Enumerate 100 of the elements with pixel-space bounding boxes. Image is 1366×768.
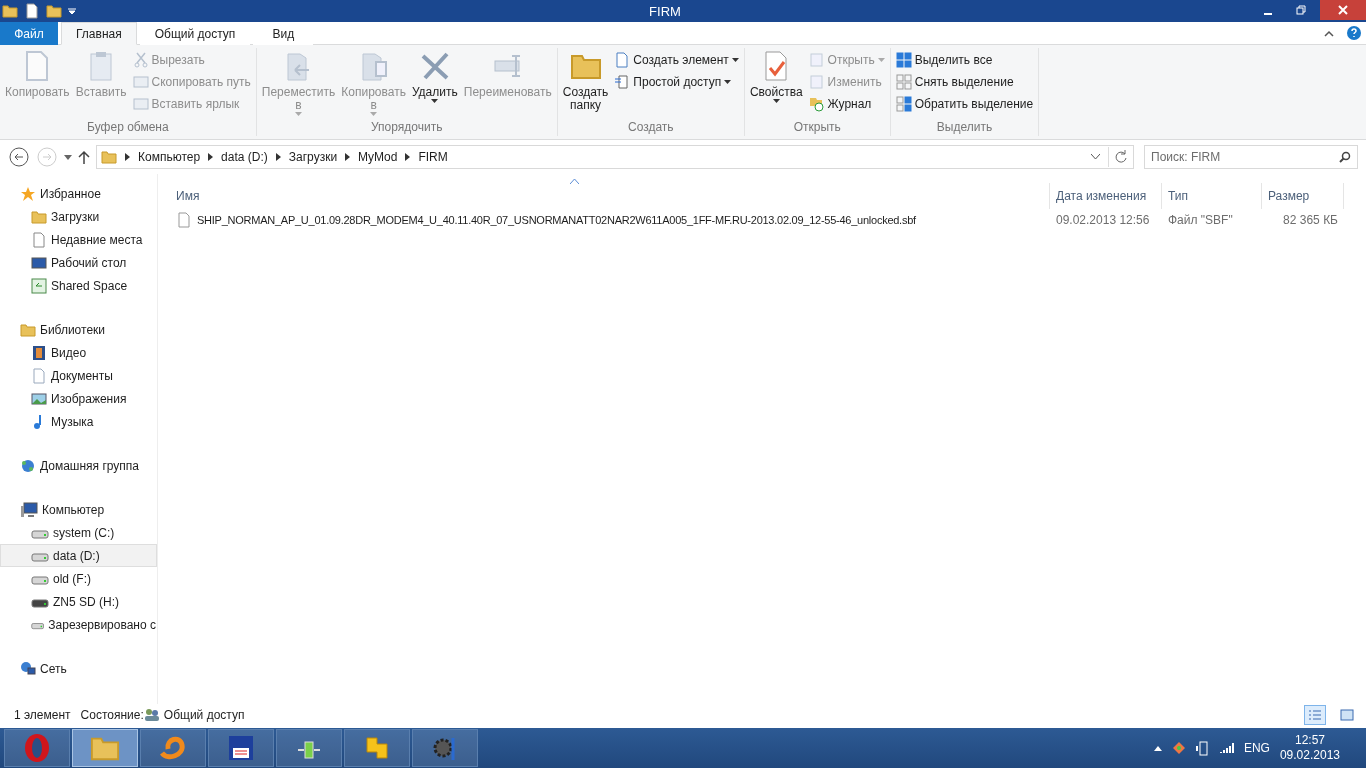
history-icon [808,96,825,112]
folder-icon [2,3,18,19]
tree-item[interactable]: Изображения [0,387,157,410]
breadcrumb-item[interactable]: Компьютер [138,150,201,164]
folder-icon [101,149,117,165]
file-icon [176,212,192,228]
chevron-icon[interactable] [405,153,411,161]
ribbon-button[interactable]: Обратить выделение [893,93,1036,115]
tree-item[interactable]: Сеть [0,657,157,680]
ribbon-button[interactable]: Создать элемент [612,49,741,71]
breadcrumb-item[interactable]: Загрузки [288,150,338,164]
library-folder-icon [20,321,36,338]
sort-caret-icon [570,179,579,184]
shortcut-icon [132,96,149,112]
table-cell-text: 82 365 КБ [1282,213,1339,227]
tree-item[interactable]: Избранное [0,182,157,205]
chevron-icon[interactable] [125,153,130,161]
ribbon-button[interactable]: Удалить [409,48,460,120]
column-header[interactable]: Имя [170,183,1050,209]
breadcrumb-item[interactable]: MyMod [358,150,398,164]
tree-item[interactable]: ZN5 SD (H:) [0,590,157,613]
battery-icon[interactable] [1195,740,1210,756]
group-label: Буфер обмена [86,120,170,136]
caret-icon [431,99,439,103]
panel-icon [31,277,47,294]
caret-icon [731,58,739,62]
history-dropdown-icon[interactable] [1091,154,1100,160]
tree-item[interactable]: Домашняя группа [0,454,157,477]
tree-item[interactable]: Shared Space [0,274,157,297]
close-button[interactable] [1320,0,1366,20]
clock[interactable]: 12:57 09.02.2013 [1279,733,1340,763]
tree-item[interactable]: Зарезервировано с [0,613,157,636]
file-row[interactable]: SHIP_NORMAN_AP_U_01.09.28DR_MODEM4_U_40.11.40R_07_USNORMANATT02NAR2W611A005_1FF-MF.RU-2013.02.09_12-55-46_unlocked.sbf 09.02.2013 12:56 Файл "SBF" 82 365 КБ [170,209,1366,231]
taskbar-button[interactable] [344,729,410,767]
tree-item[interactable]: Загрузки [0,205,157,228]
group-label: Упорядочить [370,120,444,136]
tree-item[interactable]: Недавние места [0,228,157,251]
minimize-icon [1263,13,1272,15]
taskbar-button[interactable] [276,729,342,767]
group-label: Выделить [935,120,994,136]
ribbon-button[interactable]: Журнал [806,93,887,115]
tree-item[interactable]: Рабочий стол [0,251,157,274]
table-cell-text: Файл "SBF" [1167,213,1234,227]
tree-item[interactable]: old (F:) [0,567,157,590]
star-icon [20,185,36,202]
tree-item[interactable]: Документы [0,364,157,387]
properties-icon [24,3,40,19]
state-value: Общий доступ [163,708,245,722]
chevron-icon[interactable] [345,153,351,161]
select-all-icon [895,52,912,68]
column-header[interactable]: Размер [1262,183,1344,209]
up-arrow-icon[interactable] [78,150,90,164]
tree-item[interactable]: Музыка [0,410,157,433]
tree-item[interactable]: Видео [0,341,157,364]
breadcrumb-item[interactable]: FIRM [418,150,448,164]
breadcrumb-item[interactable]: data (D:) [221,150,268,164]
network-icon [20,660,36,677]
window-title: FIRM [648,3,682,19]
shield-icon[interactable] [1171,741,1186,755]
ribbon-button[interactable]: Выделить все [893,49,1036,71]
group-label: Создать [627,120,675,136]
select-none-icon [895,74,912,90]
search-field[interactable]: Поиск: FIRM [1144,145,1358,169]
table-cell: SHIP_NORMAN_AP_U_01.09.28DR_MODEM4_U_40.11.40R_07_USNORMANATT02NAR2W611A005_1FF-MF.RU-2013.02.09_12-55-46_unlocked.sbf [197,214,916,226]
ribbon-button[interactable]: Снять выделение [893,71,1036,93]
swirl-icon [158,735,188,761]
easy-access-icon [614,74,631,90]
tree-item[interactable]: data (D:) [0,544,157,567]
taskbar-button[interactable] [208,729,274,767]
back-button[interactable] [8,146,30,168]
address-bar[interactable]: Компьютер data (D:) Загрузки MyMod FIRM [96,145,1134,169]
ribbon-button[interactable]: Свойства [747,48,805,120]
recent-dropdown-icon[interactable] [64,154,72,160]
document-icon [31,367,47,384]
ribbon-button[interactable]: Простой доступ [612,71,741,93]
column-header[interactable]: Тип [1162,183,1262,209]
chevron-icon[interactable] [208,153,214,161]
puzzle-icon [363,734,391,762]
monitor-icon [31,254,47,271]
signal-icon[interactable] [1219,742,1234,754]
language-indicator[interactable]: ENG [1243,741,1270,755]
tray-arrow-icon[interactable] [1153,745,1162,751]
dropdown-icon[interactable] [68,7,76,15]
tree-item[interactable]: Библиотеки [0,318,157,341]
film-icon [31,344,47,361]
ribbon-button[interactable]: Создать папку [560,48,611,120]
path-icon [132,74,149,90]
ribbon-tab[interactable]: Главная [61,22,137,45]
file-menu-tab[interactable]: Файл [0,22,58,45]
tree-item[interactable]: system (C:) [0,521,157,544]
search-icon [1339,151,1351,163]
tree-item[interactable]: Компьютер [0,498,157,521]
caret-icon [724,80,732,84]
letter-o-icon [23,733,51,763]
large-icons-icon [1340,709,1354,721]
column-header[interactable]: Дата изменения [1050,183,1162,209]
item-count: 1 элемент [14,708,71,722]
table-cell-text: 09.02.2013 12:56 [1055,213,1151,227]
chevron-icon[interactable] [275,153,281,161]
close-icon [1338,5,1348,15]
